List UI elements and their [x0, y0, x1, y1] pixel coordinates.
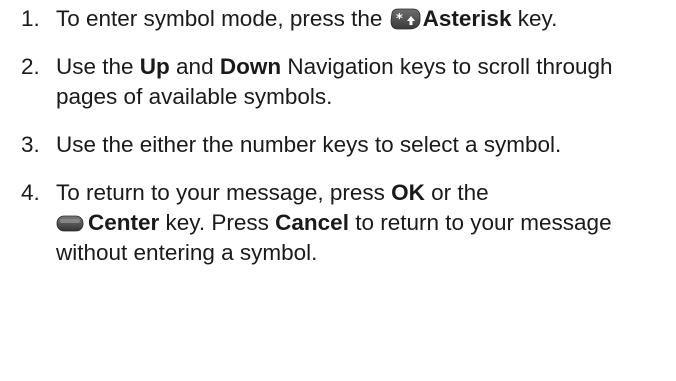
step-1-key: Asterisk	[422, 6, 512, 31]
step-1-text-part: key.	[511, 6, 558, 31]
asterisk-key-icon: *	[389, 8, 421, 30]
step-4-key-center: Center	[88, 210, 160, 235]
center-key-icon	[56, 210, 84, 232]
step-number: 1.	[21, 6, 40, 31]
step-4-text-part: To return to your message, press	[56, 180, 392, 205]
step-text: Use the Up and Down Navigation keys to s…	[56, 52, 666, 112]
step-2-key-up: Up	[139, 54, 170, 79]
step-4-key-ok: OK	[391, 180, 425, 205]
step-number: 4.	[21, 180, 40, 205]
step-4-text-part: or the	[424, 180, 489, 205]
step-3-text-part: Use the either the number keys to select…	[56, 132, 562, 157]
step-2-text-part: Use the	[56, 54, 140, 79]
step-4-key-cancel: Cancel	[275, 210, 349, 235]
step-4-text-part: key. Press	[159, 210, 276, 235]
step-number: 3.	[21, 132, 40, 157]
step-2-key-down: Down	[219, 54, 282, 79]
step-text: To enter symbol mode, press the * Asteri…	[56, 4, 666, 34]
step-2: 2. Use the Up and Down Navigation keys t…	[21, 52, 676, 112]
step-1: 1. To enter symbol mode, press the * Ast…	[21, 4, 676, 34]
step-3: 3. Use the either the number keys to sel…	[21, 130, 676, 160]
svg-text:*: *	[396, 12, 403, 27]
step-2-text-part: and	[169, 54, 220, 79]
step-number: 2.	[21, 54, 40, 79]
step-4: 4. To return to your message, press OK o…	[21, 178, 676, 268]
instruction-list: 1. To enter symbol mode, press the * Ast…	[0, 0, 676, 268]
step-text: To return to your message, press OK or t…	[56, 178, 666, 268]
step-1-text-part: To enter symbol mode, press the	[56, 6, 389, 31]
step-text: Use the either the number keys to select…	[56, 130, 666, 160]
